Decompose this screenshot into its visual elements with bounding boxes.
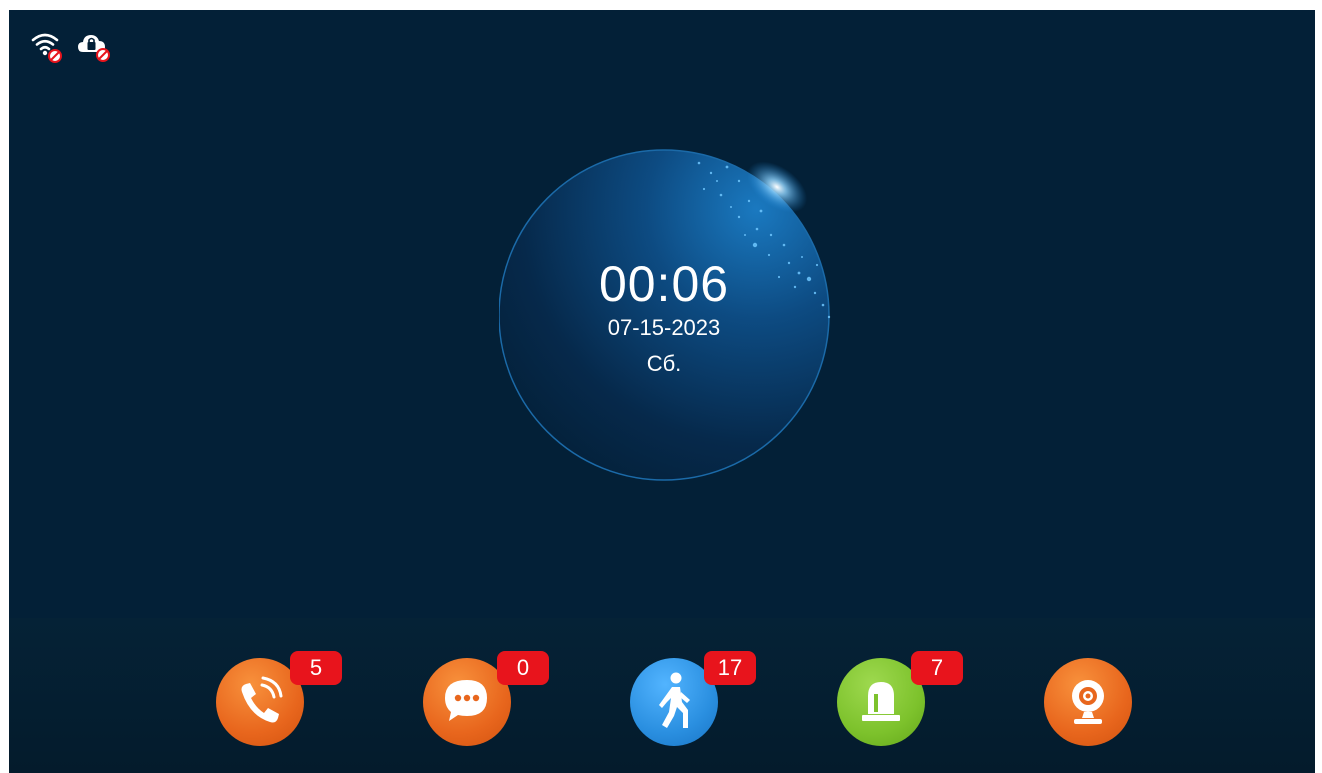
status-bar: [31, 30, 111, 64]
messages-button[interactable]: 0: [423, 651, 549, 746]
clock-time: 00:06: [598, 256, 730, 312]
alarm-badge: 7: [911, 651, 963, 685]
home-screen: 00:06 07-15-2023 Сб. 5 0 17 7: [9, 10, 1315, 773]
wifi-disconnected-icon: [31, 30, 65, 64]
calls-badge: 5: [290, 651, 342, 685]
clock-widget: 00:06 07-15-2023 Сб.: [499, 145, 839, 485]
alarm-button[interactable]: 7: [837, 651, 963, 746]
clock-weekday: Сб.: [646, 351, 682, 376]
motion-detection-button[interactable]: 17: [630, 651, 756, 746]
webcam-icon: [1072, 680, 1104, 724]
camera-button[interactable]: [1044, 658, 1132, 746]
motion-badge: 17: [704, 651, 756, 685]
cloud-lock-disconnected-icon: [77, 30, 111, 64]
clock-date: 07-15-2023: [607, 315, 721, 340]
camera-button-circle: [1044, 658, 1132, 746]
calls-button[interactable]: 5: [216, 651, 342, 746]
messages-badge: 0: [497, 651, 549, 685]
